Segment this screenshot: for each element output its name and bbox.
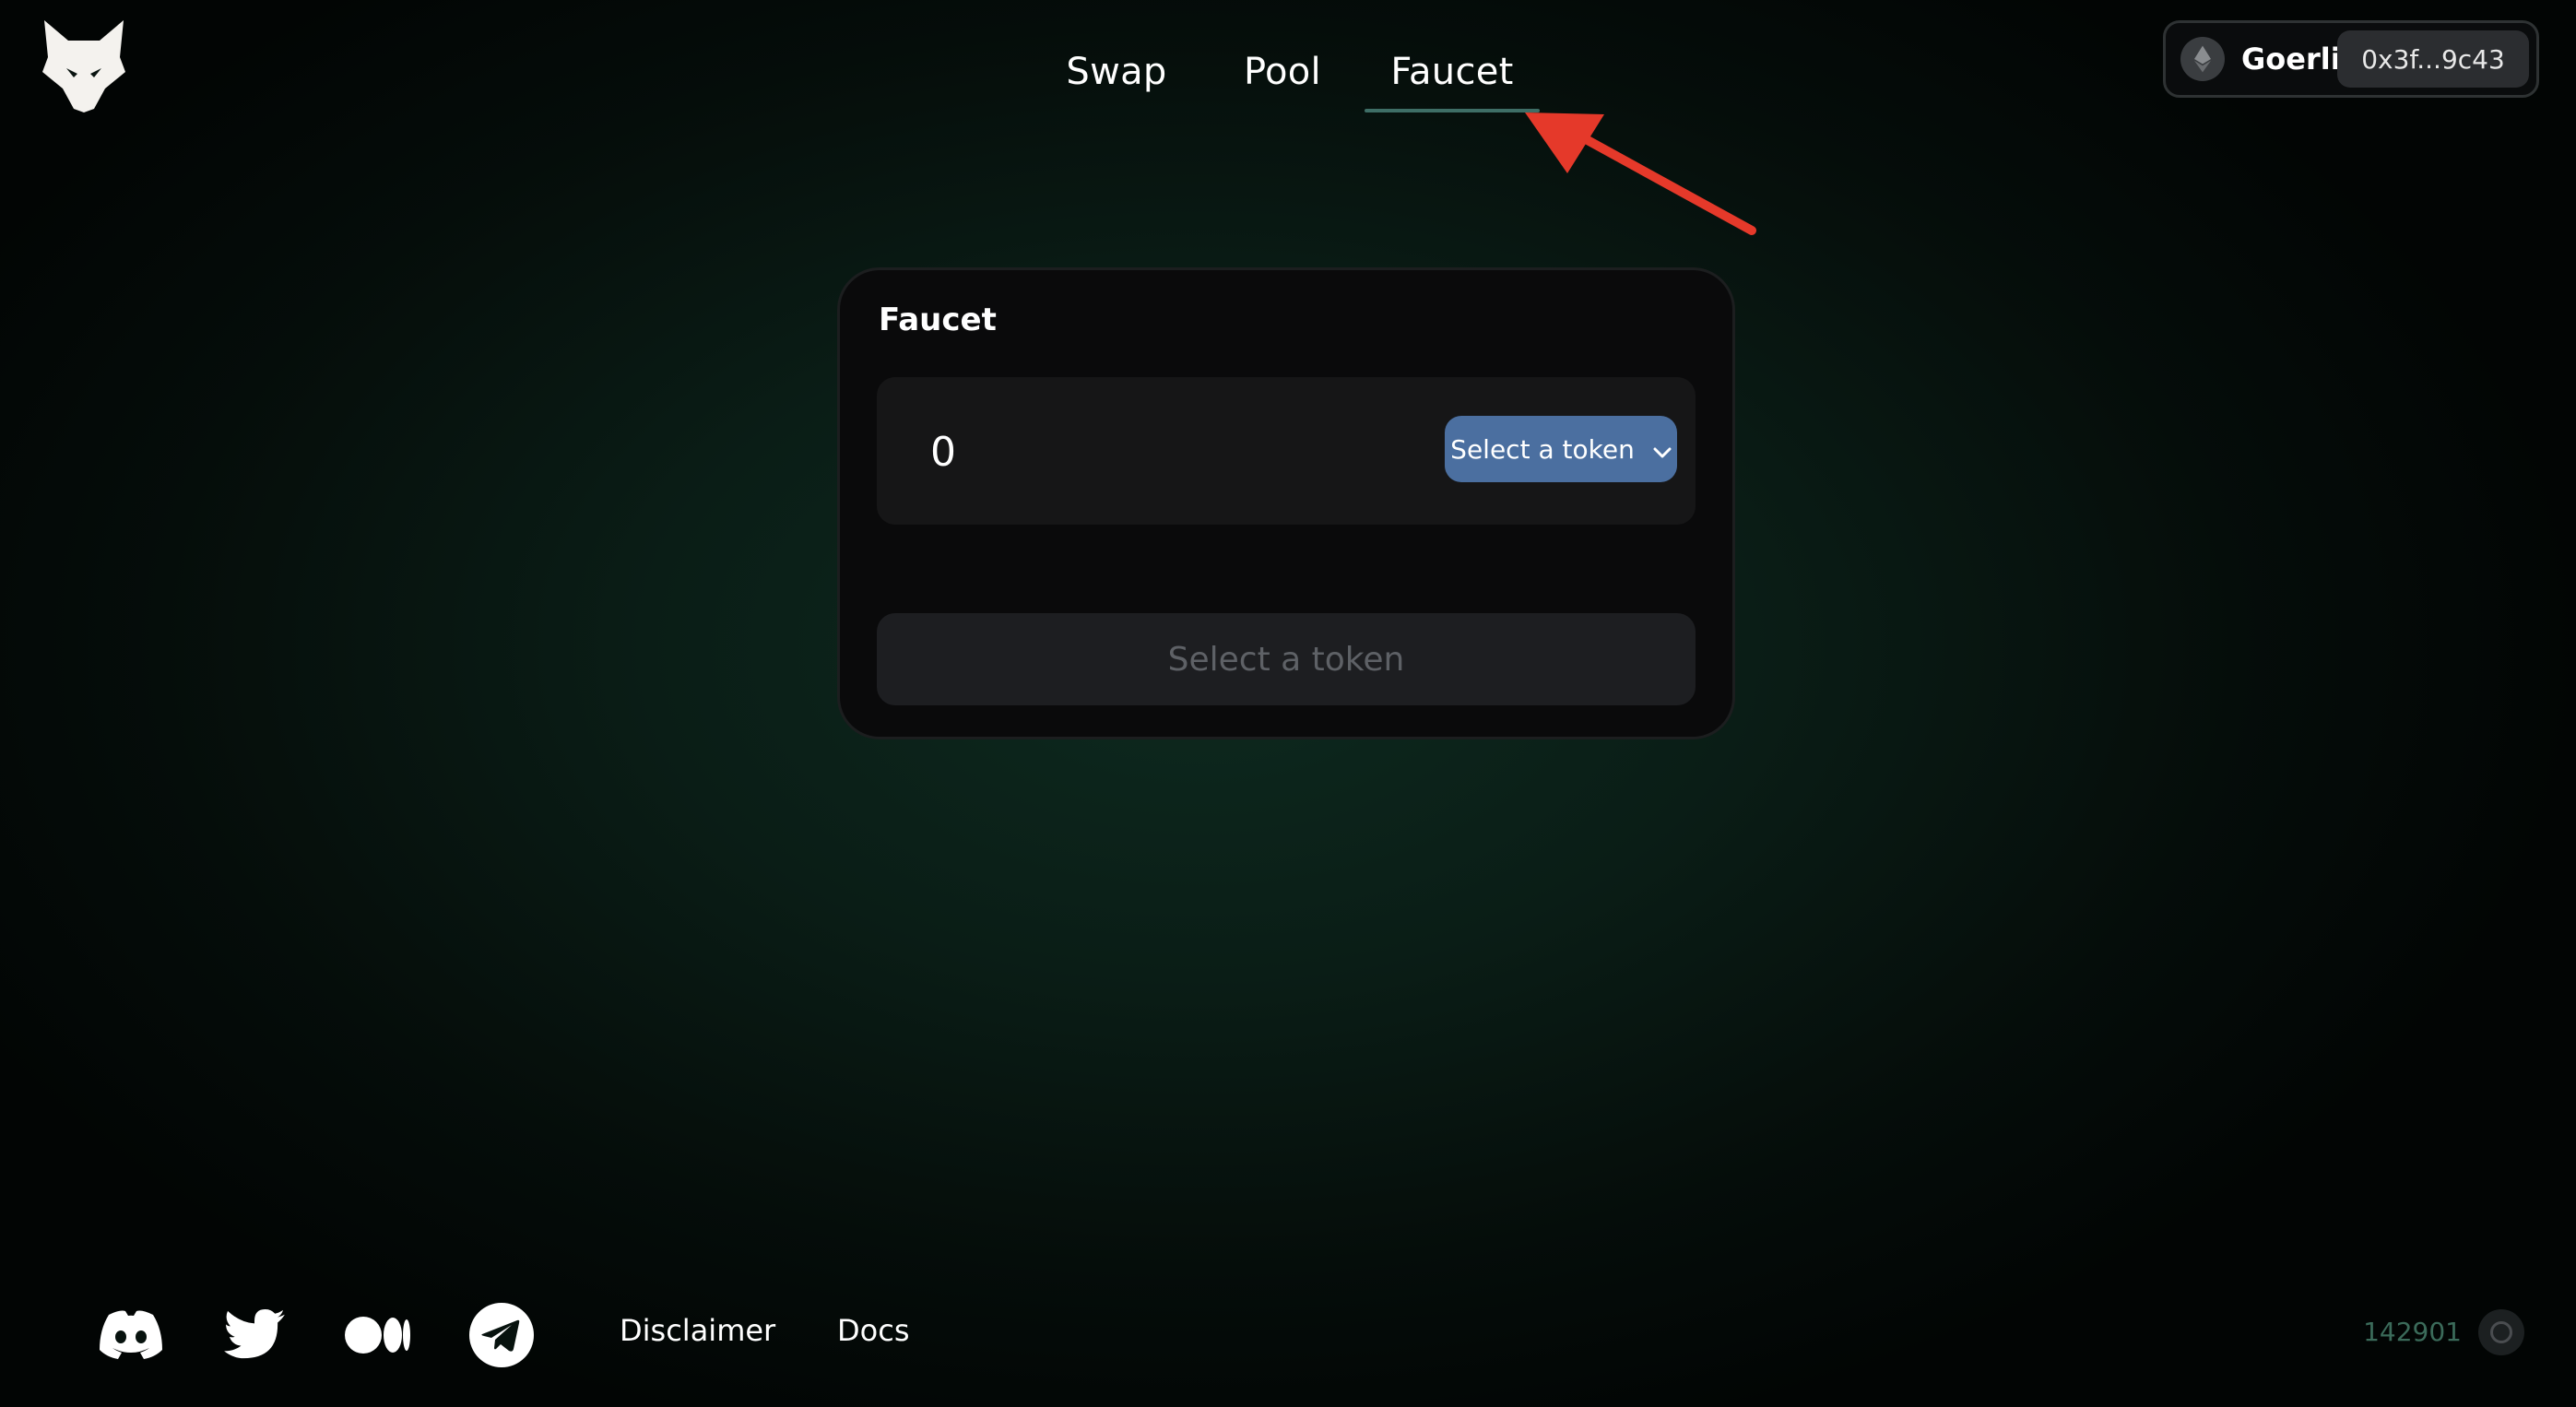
disclaimer-link[interactable]: Disclaimer (620, 1313, 775, 1348)
annotation-arrow-icon (1525, 112, 1756, 235)
network-status-icon (2478, 1309, 2524, 1355)
wallet-widget: Goerli 0x3f...9c43 (2163, 20, 2539, 98)
wallet-address-button[interactable]: 0x3f...9c43 (2337, 30, 2529, 88)
faucet-action-button[interactable]: Select a token (877, 613, 1696, 705)
discord-icon[interactable] (98, 1304, 164, 1366)
faucet-card: Faucet Select a token Select a token (837, 267, 1735, 739)
twitter-icon[interactable] (221, 1304, 288, 1366)
block-number: 142901 (2363, 1317, 2462, 1347)
tab-swap[interactable]: Swap (1058, 35, 1175, 109)
chevron-down-icon (1653, 434, 1672, 465)
ethereum-icon (2180, 37, 2225, 81)
amount-panel: Select a token (877, 377, 1696, 525)
select-token-button[interactable]: Select a token (1445, 416, 1677, 482)
amount-input[interactable] (928, 414, 1393, 490)
network-name: Goerli (2241, 41, 2341, 77)
tab-faucet[interactable]: Faucet (1365, 35, 1540, 112)
docs-link[interactable]: Docs (837, 1313, 909, 1348)
footer: Disclaimer Docs 142901 (0, 1291, 2576, 1379)
card-title: Faucet (879, 302, 997, 338)
telegram-icon[interactable] (468, 1303, 535, 1367)
medium-icon[interactable] (345, 1304, 411, 1366)
network-selector[interactable]: Goerli (2180, 34, 2341, 84)
tab-pool[interactable]: Pool (1235, 35, 1329, 109)
select-token-label: Select a token (1450, 433, 1635, 465)
